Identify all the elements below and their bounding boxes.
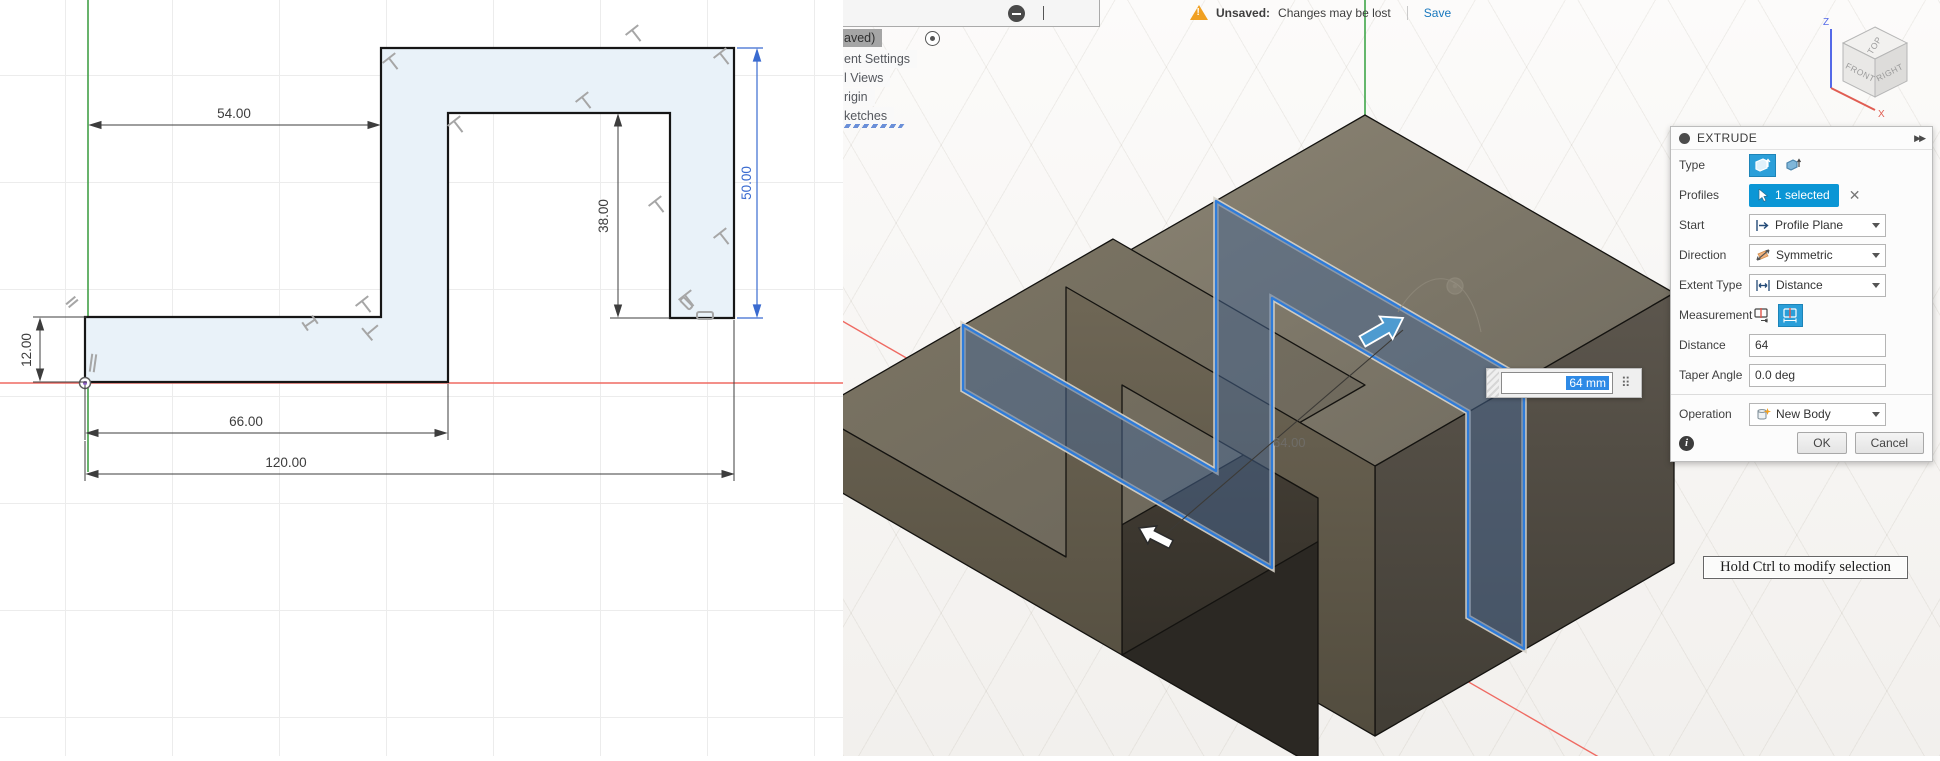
dim-12	[33, 317, 87, 382]
toolbar-end-panel	[843, 0, 1100, 27]
profiles-selected-count: 1 selected	[1775, 188, 1830, 202]
text-caret	[1043, 6, 1044, 20]
measure-whole-icon	[1782, 307, 1799, 323]
direction-dropdown[interactable]: Symmetric	[1749, 244, 1886, 267]
dim-54	[90, 122, 379, 129]
extrude-solid-icon	[1754, 157, 1772, 173]
start-value: Profile Plane	[1775, 218, 1843, 232]
dialog-grip-icon	[1679, 133, 1690, 144]
viewcube-x-label: X	[1878, 109, 1885, 120]
operation-value: New Body	[1776, 407, 1831, 421]
taper-angle-label: Taper Angle	[1679, 368, 1749, 382]
start-label: Start	[1679, 218, 1749, 232]
profile-plane-icon	[1755, 219, 1770, 232]
chevron-down-icon	[1872, 412, 1880, 417]
row-extent-type: Extent Type Distance	[1671, 270, 1932, 300]
distance-label: Distance	[1679, 338, 1749, 352]
selected-text: 64 mm	[1566, 376, 1609, 390]
direction-label: Direction	[1679, 248, 1749, 262]
warning-message: Changes may be lost	[1278, 6, 1391, 20]
taper-angle-input[interactable]	[1749, 364, 1886, 387]
row-measurement: Measurement	[1671, 300, 1932, 330]
sketch-canvas[interactable]: 54.00 50.00 38.00 12.00 66.00	[0, 0, 843, 756]
distance-input[interactable]	[1749, 334, 1886, 357]
sketch-svg: 54.00 50.00 38.00 12.00 66.00	[0, 0, 843, 756]
dimension-value-input[interactable]: 64 mm	[1501, 372, 1613, 394]
collapse-panel-icon[interactable]: ▶▶	[1914, 133, 1924, 144]
unsaved-warning-bar: Unsaved: Changes may be lost Save	[1190, 5, 1451, 20]
row-direction: Direction Symmetric	[1671, 240, 1932, 270]
row-distance: Distance	[1671, 330, 1932, 360]
start-dropdown[interactable]: Profile Plane	[1749, 214, 1886, 237]
dim-54-label[interactable]: 54.00	[217, 106, 251, 121]
measure-half-icon	[1753, 307, 1770, 323]
warning-title: Unsaved:	[1216, 6, 1270, 20]
dim-38	[610, 115, 670, 318]
extent-type-label: Extent Type	[1679, 278, 1749, 292]
viewcube[interactable]: Z X TOP FRONT RIGHT	[1815, 5, 1940, 120]
browser-item-document[interactable]: aved)	[843, 29, 882, 47]
divider	[1407, 6, 1408, 20]
row-type: Type	[1671, 150, 1932, 180]
info-icon[interactable]: i	[1679, 436, 1694, 451]
dim-120-label[interactable]: 120.00	[265, 455, 306, 470]
remove-icon[interactable]	[1008, 5, 1025, 22]
operation-dropdown[interactable]: New Body	[1749, 403, 1886, 426]
browser-item-named-views[interactable]: l Views	[843, 69, 890, 87]
dialog-separator	[1671, 394, 1932, 395]
dialog-footer: i OK Cancel	[1671, 429, 1932, 461]
profiles-label: Profiles	[1679, 188, 1749, 202]
cursor-icon	[1758, 189, 1769, 202]
extent-type-dropdown[interactable]: Distance	[1749, 274, 1886, 297]
dialog-header[interactable]: EXTRUDE ▶▶	[1671, 127, 1932, 150]
row-start: Start Profile Plane	[1671, 210, 1932, 240]
dim-66	[85, 384, 448, 440]
distance-icon	[1755, 279, 1771, 292]
chevron-down-icon	[1872, 253, 1880, 258]
cancel-button[interactable]: Cancel	[1855, 432, 1924, 454]
row-taper: Taper Angle	[1671, 360, 1932, 390]
save-link[interactable]: Save	[1424, 6, 1451, 20]
dim-38-label[interactable]: 38.00	[596, 199, 611, 233]
sketch-highlight-dashes	[844, 124, 905, 128]
browser-item-sketches[interactable]: ketches	[843, 107, 894, 125]
type-thin-button[interactable]	[1780, 154, 1807, 177]
clear-selection-icon[interactable]: ✕	[1849, 187, 1861, 204]
activate-component-icon[interactable]	[925, 31, 940, 46]
measurement-label: Measurement	[1679, 308, 1749, 322]
taper-handle-dot	[1453, 284, 1458, 289]
sketch-profile[interactable]	[85, 48, 734, 382]
dim-12-label[interactable]: 12.00	[19, 333, 34, 367]
measurement-half-button[interactable]	[1749, 304, 1774, 327]
hold-ctrl-tooltip: Hold Ctrl to modify selection	[1703, 556, 1908, 579]
extrude-thin-icon	[1785, 157, 1803, 173]
browser-item-origin[interactable]: rigin	[843, 88, 875, 106]
dim-50-label[interactable]: 50.00	[739, 166, 754, 200]
dialog-title: EXTRUDE	[1697, 131, 1757, 145]
symmetric-icon	[1755, 248, 1771, 262]
chevron-down-icon	[1872, 223, 1880, 228]
options-handle-icon[interactable]: ⠿	[1621, 375, 1631, 391]
type-label: Type	[1679, 158, 1749, 172]
warning-icon	[1190, 5, 1208, 20]
measurement-whole-button[interactable]	[1778, 304, 1803, 327]
row-profiles: Profiles 1 selected ✕	[1671, 180, 1932, 210]
browser-item-document-settings[interactable]: ent Settings	[843, 50, 917, 68]
direction-value: Symmetric	[1776, 248, 1833, 262]
viewcube-z-label: Z	[1823, 17, 1829, 28]
floating-dimension-box[interactable]: 64 mm ⠿	[1486, 368, 1642, 398]
row-operation: Operation New Body	[1671, 399, 1932, 429]
type-solid-button[interactable]	[1749, 154, 1776, 177]
profiles-selected-button[interactable]: 1 selected	[1749, 184, 1839, 207]
operation-label: Operation	[1679, 407, 1749, 421]
extent-type-value: Distance	[1776, 278, 1823, 292]
chevron-down-icon	[1872, 283, 1880, 288]
extent-dim-label: 64.00	[1273, 435, 1306, 450]
extrude-dialog: EXTRUDE ▶▶ Type Profiles 1 selected ✕	[1670, 126, 1933, 462]
new-body-icon	[1755, 407, 1771, 422]
dim-66-label[interactable]: 66.00	[229, 414, 263, 429]
ok-button[interactable]: OK	[1797, 432, 1846, 454]
drag-handle[interactable]	[1487, 369, 1499, 397]
